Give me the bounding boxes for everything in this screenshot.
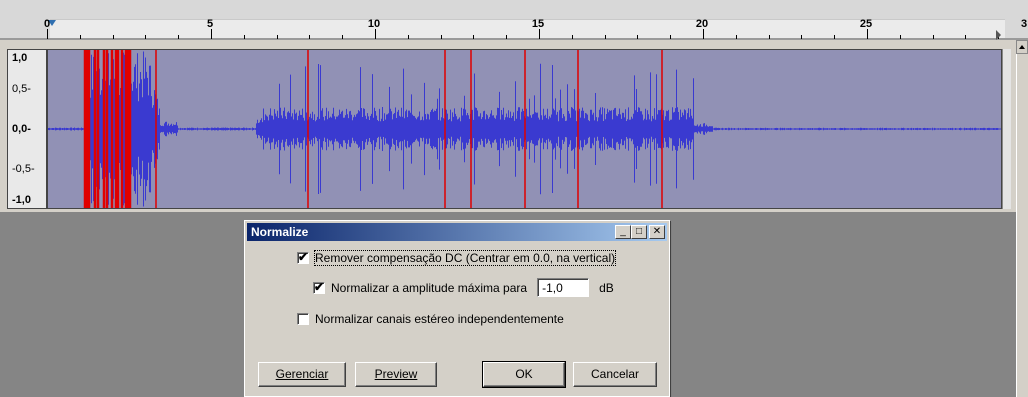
ruler-tick-label: 5 bbox=[206, 18, 214, 30]
max-amplitude-input[interactable] bbox=[537, 278, 590, 297]
ruler-tick-mark bbox=[80, 35, 81, 39]
ruler-tick-mark bbox=[736, 35, 737, 39]
waveform-display[interactable] bbox=[47, 49, 1002, 209]
ruler-tick-mark bbox=[473, 35, 474, 39]
ruler-tick-label: 25 bbox=[859, 18, 873, 30]
ruler-tick-mark bbox=[572, 35, 573, 39]
dialog-title: Normalize bbox=[251, 225, 309, 239]
cancel-button-label: Cancelar bbox=[590, 367, 640, 381]
amplitude-ruler: 1,0 0,5- 0,0- -0,5- -1,0 bbox=[7, 49, 47, 209]
ruler-tick-label: 15 bbox=[531, 18, 545, 30]
ruler-tick-mark bbox=[539, 29, 540, 39]
ok-button-label: OK bbox=[515, 367, 533, 381]
ruler-tick-mark bbox=[211, 29, 212, 39]
ruler-tick-mark bbox=[769, 35, 770, 39]
ruler-tick-mark bbox=[834, 35, 835, 39]
ruler-tick-mark bbox=[506, 35, 507, 39]
remove-dc-checkbox[interactable] bbox=[297, 250, 309, 264]
normalize-amplitude-option[interactable]: Normalizar a amplitude máxima para dB bbox=[313, 278, 614, 297]
stereo-independent-label: Normalizar canais estéreo independenteme… bbox=[315, 312, 564, 326]
ruler-tick-mark bbox=[342, 35, 343, 39]
cancel-button[interactable]: Cancelar bbox=[573, 362, 657, 387]
vertical-scrollbar[interactable] bbox=[1016, 40, 1028, 397]
ruler-tick-mark bbox=[933, 35, 934, 39]
stereo-independent-option[interactable]: Normalizar canais estéreo independenteme… bbox=[297, 312, 564, 326]
ruler-tick-label: 20 bbox=[695, 18, 709, 30]
normalize-amplitude-label: Normalizar a amplitude máxima para bbox=[331, 280, 528, 295]
ruler-tick-mark bbox=[375, 29, 376, 39]
remove-dc-label: Remover compensação DC (Centrar em 0.0, … bbox=[313, 250, 617, 266]
preview-button[interactable]: Preview bbox=[355, 362, 437, 387]
remove-dc-option[interactable]: Remover compensação DC (Centrar em 0.0, … bbox=[297, 250, 617, 266]
stereo-independent-checkbox[interactable] bbox=[297, 313, 309, 325]
ruler-tick-mark bbox=[605, 35, 606, 39]
amplitude-label: -1,0 bbox=[12, 194, 31, 206]
ruler-tick-label: 10 bbox=[367, 18, 381, 30]
amplitude-label: 0,0- bbox=[12, 123, 31, 135]
amplitude-label: 0,5- bbox=[12, 83, 31, 95]
ruler-tick-mark bbox=[965, 35, 966, 39]
preview-button-label: Preview bbox=[374, 367, 418, 381]
ruler-tick-mark bbox=[441, 35, 442, 39]
ruler-tick-mark bbox=[408, 35, 409, 39]
ruler-tick-label: 3 bbox=[1020, 18, 1028, 30]
ok-button[interactable]: OK bbox=[482, 361, 566, 388]
ruler-tick-mark bbox=[277, 35, 278, 39]
ruler-tick-mark bbox=[145, 35, 146, 39]
selection-end-icon[interactable] bbox=[996, 30, 1001, 40]
ruler-tick-mark bbox=[178, 35, 179, 39]
normalize-amplitude-checkbox[interactable] bbox=[313, 280, 325, 294]
manage-button[interactable]: Gerenciar bbox=[258, 362, 346, 387]
scroll-up-icon[interactable] bbox=[1016, 40, 1028, 54]
normalize-dialog: Normalize _ □ ✕ Remover compensação DC (… bbox=[244, 220, 670, 397]
waveform-svg bbox=[48, 50, 1001, 208]
ruler-tick-mark bbox=[900, 35, 901, 39]
dialog-titlebar[interactable]: Normalize _ □ ✕ bbox=[247, 223, 667, 241]
ruler-tick-mark bbox=[47, 29, 48, 39]
amplitude-unit: dB bbox=[599, 280, 614, 295]
ruler-tick-mark bbox=[244, 35, 245, 39]
ruler-tick-mark bbox=[867, 29, 868, 39]
maximize-icon[interactable]: □ bbox=[631, 225, 647, 239]
ruler-tick-mark bbox=[670, 35, 671, 39]
amplitude-label: -0,5- bbox=[12, 163, 35, 175]
ruler-tick-mark bbox=[113, 35, 114, 39]
minimize-icon[interactable]: _ bbox=[615, 225, 631, 239]
track-resize-bar[interactable] bbox=[1002, 49, 1011, 209]
ruler-tick-mark bbox=[703, 29, 704, 39]
amplitude-label: 1,0 bbox=[12, 52, 28, 64]
manage-button-label: Gerenciar bbox=[275, 367, 329, 381]
close-icon[interactable]: ✕ bbox=[649, 225, 665, 239]
ruler-ticks: 0 5 10 15 20 25 3 bbox=[0, 0, 1028, 40]
ruler-tick-mark bbox=[801, 35, 802, 39]
ruler-tick-mark bbox=[309, 35, 310, 39]
ruler-tick-mark bbox=[637, 35, 638, 39]
